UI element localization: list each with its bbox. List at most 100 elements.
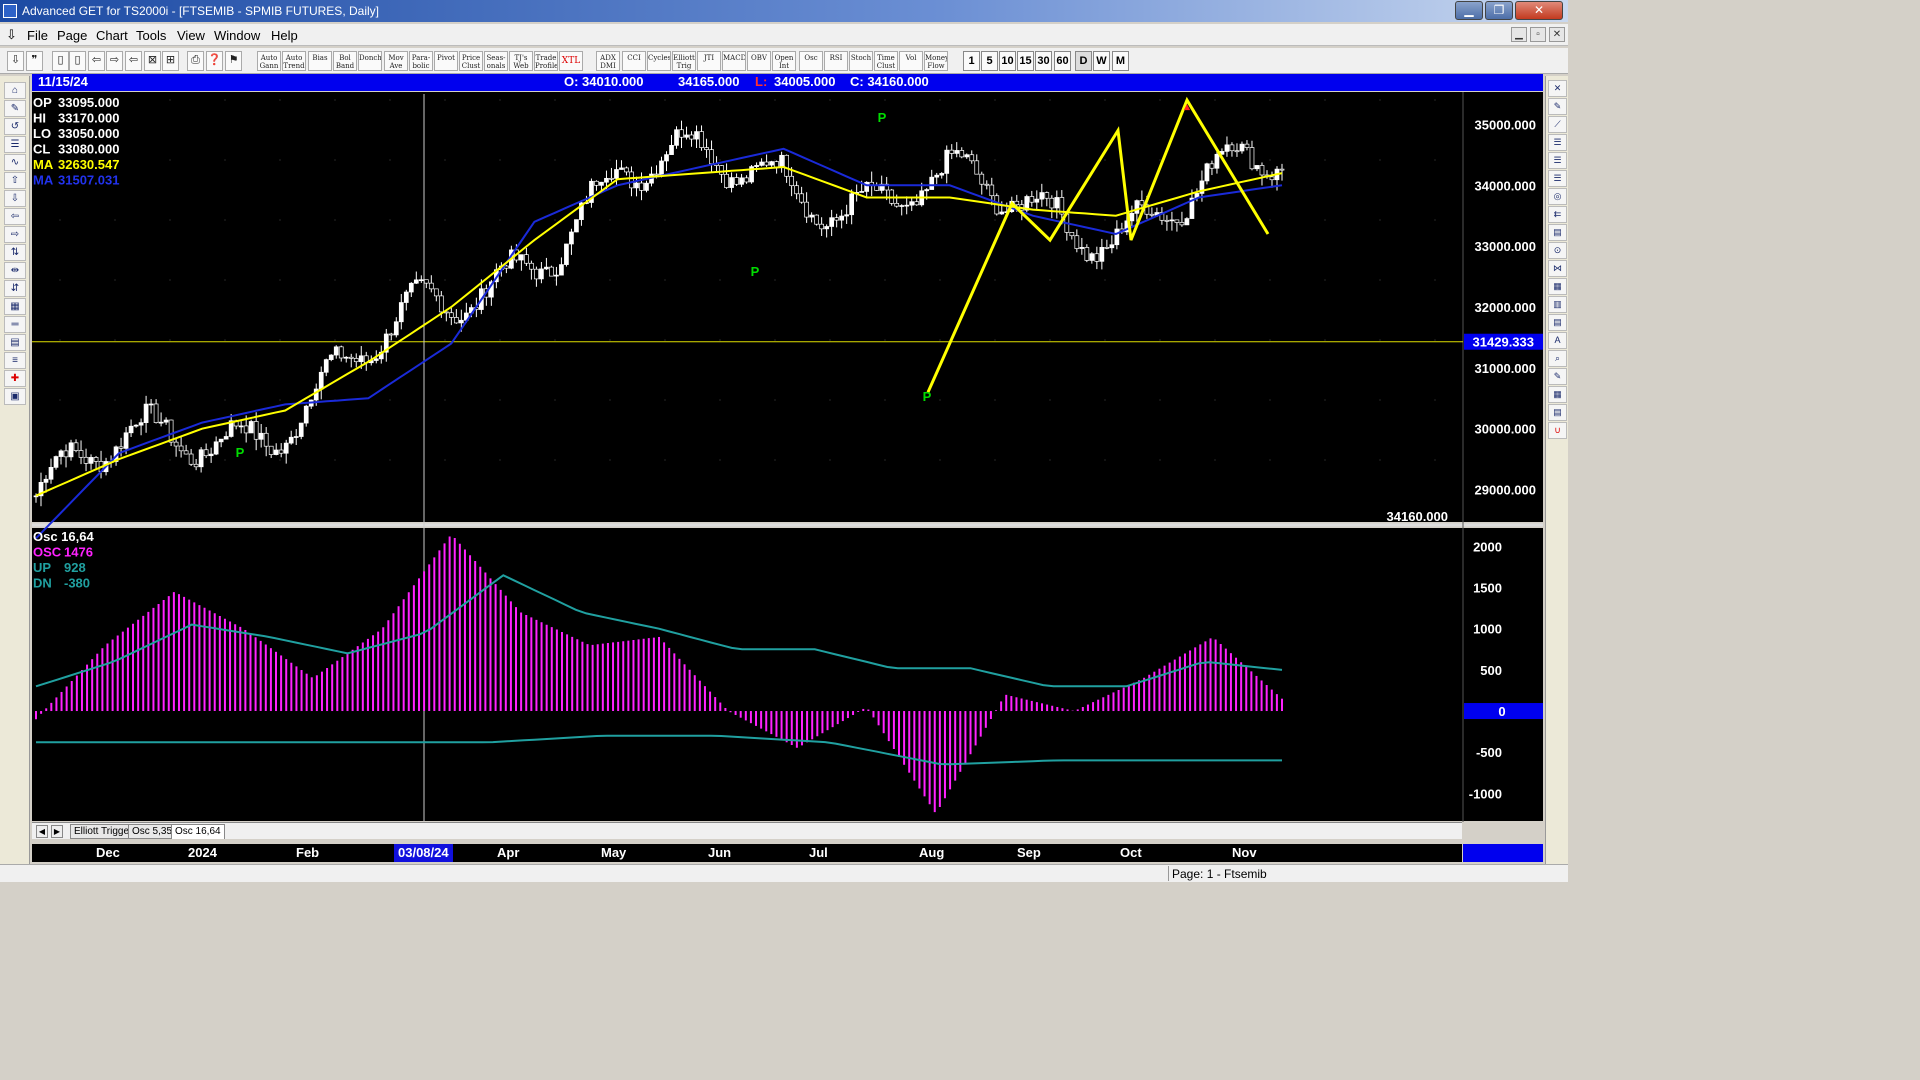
price-tick-label: 29000.000 [1475, 483, 1536, 498]
candle-body [739, 177, 744, 185]
date-cursor-label: 03/08/24 [394, 844, 453, 862]
left-tool-icon-12[interactable]: ▦ [4, 298, 26, 315]
candle-body [799, 193, 804, 203]
left-tool-icon-8[interactable]: ⇨ [4, 226, 26, 243]
candle-body [58, 450, 64, 457]
candle-body [143, 403, 149, 424]
left-tool-icon-7[interactable]: ⇦ [4, 208, 26, 225]
right-tool-icon-8[interactable]: ▤ [1548, 224, 1567, 241]
grid-dot [1379, 279, 1381, 281]
candle-body [393, 321, 399, 336]
left-tool-icon-14[interactable]: ▤ [4, 334, 26, 351]
right-tool-icon-13[interactable]: ▤ [1548, 314, 1567, 331]
candle-body [413, 279, 419, 284]
left-tool-icon-6[interactable]: ⇩ [4, 190, 26, 207]
tab-scroll-right[interactable]: ▶ [51, 825, 63, 838]
right-tool-icon-6[interactable]: ◎ [1548, 188, 1567, 205]
grid-dot [1214, 459, 1216, 461]
right-tool-icon-3[interactable]: ☰ [1548, 134, 1567, 151]
grid-dot [334, 279, 336, 281]
candle-body [253, 421, 259, 440]
grid-dot [884, 459, 886, 461]
candle-body [418, 279, 424, 282]
right-tool-icon-18[interactable]: ▤ [1548, 404, 1567, 421]
right-tool-icon-5[interactable]: ☰ [1548, 170, 1567, 187]
price-tick-label: 32000.000 [1475, 300, 1536, 315]
candle-body [1114, 228, 1120, 246]
left-tool-icon-17[interactable]: ▣ [4, 388, 26, 405]
candle-body [1034, 198, 1040, 203]
chart-area[interactable]: 35000.000 34000.000 33000.000 32000.000 3100… [0, 0, 1568, 882]
left-tool-icon-11[interactable]: ⇵ [4, 280, 26, 297]
candle-body [549, 266, 554, 277]
right-tool-icon-7[interactable]: ⇇ [1548, 206, 1567, 223]
right-tool-icon-4[interactable]: ☰ [1548, 152, 1567, 169]
right-tool-icon-1[interactable]: ✎ [1548, 98, 1567, 115]
left-tool-icon-16[interactable]: ✚ [4, 370, 26, 387]
candle-body [529, 262, 534, 270]
left-tool-icon-4[interactable]: ∿ [4, 154, 26, 171]
right-tool-icon-9[interactable]: ⊙ [1548, 242, 1567, 259]
left-tool-icon-1[interactable]: ✎ [4, 100, 26, 117]
left-tool-icon-13[interactable]: ═ [4, 316, 26, 333]
grid-dot [1324, 219, 1326, 221]
candle-body [829, 217, 834, 227]
right-tool-icon-10[interactable]: ⋈ [1548, 260, 1567, 277]
candle-body [298, 422, 304, 437]
candle-body [674, 129, 679, 146]
grid-dot [994, 399, 996, 401]
grid-dot [1049, 399, 1051, 401]
grid-dot [279, 279, 281, 281]
candle-body [819, 223, 824, 230]
grid-dot [1159, 99, 1161, 101]
candle-body [699, 131, 704, 148]
grid-dot [279, 219, 281, 221]
grid-dot [1159, 339, 1161, 341]
grid-dot [1269, 219, 1271, 221]
candle-body [1094, 253, 1100, 262]
candle-body [654, 173, 659, 176]
right-tool-icon-15[interactable]: ⌕ [1548, 350, 1567, 367]
grid-dot [1049, 99, 1051, 101]
candle-body [924, 189, 930, 192]
right-tool-icon-11[interactable]: ▦ [1548, 278, 1567, 295]
candle-body [984, 183, 990, 186]
candle-body [1224, 144, 1230, 152]
right-tool-icon-2[interactable]: ⟋ [1548, 116, 1567, 133]
left-tool-icon-2[interactable]: ↺ [4, 118, 26, 135]
right-tool-icon-19[interactable]: ∪ [1548, 422, 1567, 439]
right-tool-icon-12[interactable]: ▥ [1548, 296, 1567, 313]
candle-body [348, 356, 354, 359]
left-tool-icon-15[interactable]: ≡ [4, 352, 26, 369]
left-tool-icon-5[interactable]: ⇧ [4, 172, 26, 189]
grid-dot [114, 279, 116, 281]
grid-dot [279, 339, 281, 341]
date-label-oct: Oct [1120, 845, 1142, 860]
right-tool-icon-14[interactable]: A [1548, 332, 1567, 349]
tab-osc-16-64[interactable]: Osc 16,64 [171, 824, 225, 839]
left-tool-icon-9[interactable]: ⇅ [4, 244, 26, 261]
tab-osc-5-35[interactable]: Osc 5,35 [128, 824, 177, 839]
grid-dot [1269, 399, 1271, 401]
grid-dot [554, 399, 556, 401]
candle-body [118, 446, 124, 449]
grid-dot [59, 339, 61, 341]
tab-elliott-trigger[interactable]: Elliott Trigger [70, 824, 137, 839]
tab-scroll-left[interactable]: ◀ [36, 825, 48, 838]
left-tool-icon-10[interactable]: ⇹ [4, 262, 26, 279]
right-tool-icon-17[interactable]: ▦ [1548, 386, 1567, 403]
candle-body [709, 149, 714, 165]
candle-body [273, 449, 279, 455]
candle-body [724, 173, 729, 188]
right-tool-icon-0[interactable]: ✕ [1548, 80, 1567, 97]
candle-body [303, 405, 309, 424]
right-tool-icon-16[interactable]: ✎ [1548, 368, 1567, 385]
grid-dot [279, 159, 281, 161]
candle-body [814, 214, 819, 225]
candle-body [203, 449, 209, 457]
grid-dot [1434, 339, 1436, 341]
grid-dot [1269, 279, 1271, 281]
candle-body [343, 356, 349, 359]
left-tool-icon-3[interactable]: ☰ [4, 136, 26, 153]
left-tool-icon-0[interactable]: ⌂ [4, 82, 26, 99]
